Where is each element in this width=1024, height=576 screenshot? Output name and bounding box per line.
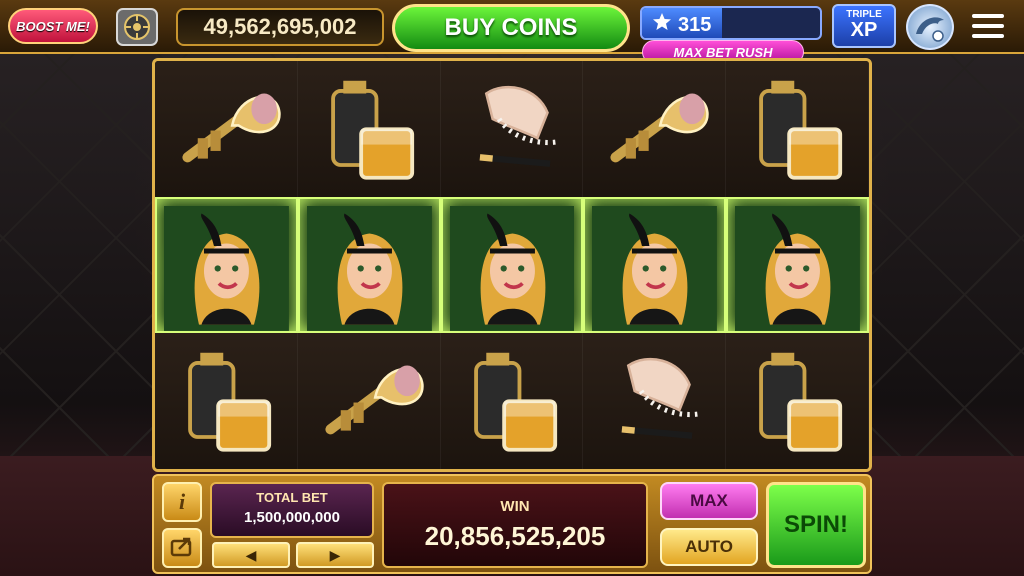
gloves-pearls-icon <box>448 68 576 190</box>
buy-coins-button[interactable]: BUY COINS <box>392 4 630 52</box>
win-value: 20,856,525,205 <box>424 521 606 551</box>
reel-cell <box>726 333 869 469</box>
reel-grid <box>155 61 869 469</box>
bet-increase-button[interactable]: ▶ <box>296 542 374 568</box>
win-display: WIN 20,856,525,205 <box>382 482 648 568</box>
flapper-girl-icon <box>735 205 861 331</box>
reel-cell <box>297 333 441 469</box>
flapper-girl-icon <box>592 205 718 331</box>
reel-cell <box>583 197 727 333</box>
reel-cell <box>440 61 584 197</box>
reel-cell <box>155 333 298 469</box>
level-progress[interactable]: 315 <box>640 6 822 40</box>
menu-icon[interactable] <box>970 10 1006 42</box>
reel-cell <box>440 197 584 333</box>
triple-xp-badge[interactable]: TRIPLE XP <box>832 4 896 48</box>
reel-cell <box>297 61 441 197</box>
flapper-girl-icon <box>306 205 432 331</box>
win-label: WIN <box>500 498 530 515</box>
whiskey-flask-icon <box>162 340 290 462</box>
vault-icon[interactable] <box>108 4 166 50</box>
coin-balance: 49,562,695,002 <box>176 8 384 46</box>
reel-cell <box>583 61 727 197</box>
level-number: 315 <box>678 13 712 36</box>
share-icon <box>170 535 194 562</box>
trumpet-icon <box>305 340 433 462</box>
flapper-girl-icon <box>449 205 575 331</box>
total-bet-value: 1,500,000,000 <box>244 509 340 526</box>
share-button[interactable] <box>162 528 202 568</box>
info-button[interactable]: i <box>162 482 202 522</box>
reel-cell <box>155 197 298 333</box>
whiskey-flask-icon <box>448 340 576 462</box>
triple-xp-bottom: XP <box>850 19 878 41</box>
star-icon <box>652 12 672 38</box>
total-bet-label: TOTAL BET <box>256 490 328 505</box>
reel-cell <box>726 197 869 333</box>
spin-button[interactable]: SPIN! <box>766 482 866 568</box>
reel-cell <box>440 333 584 469</box>
whiskey-flask-icon <box>733 340 861 462</box>
trumpet-icon <box>162 68 290 190</box>
trumpet-icon <box>590 68 718 190</box>
control-panel: i TOTAL BET 1,500,000,000 ◀ ▶ WIN 20,856… <box>152 474 872 574</box>
reel-cell <box>583 333 727 469</box>
reel-cell <box>297 197 441 333</box>
boost-me-button[interactable]: BOOST ME! <box>8 8 98 44</box>
reel-cell <box>155 61 298 197</box>
max-bet-button[interactable]: MAX <box>660 482 758 520</box>
top-bar: BOOST ME! 49,562,695,002 BUY COINS 315 M… <box>0 0 1024 64</box>
bet-decrease-button[interactable]: ◀ <box>212 542 290 568</box>
reel-cell <box>726 61 869 197</box>
whiskey-flask-icon <box>733 68 861 190</box>
flapper-girl-icon <box>163 205 289 331</box>
whiskey-flask-icon <box>305 68 433 190</box>
total-bet-display: TOTAL BET 1,500,000,000 <box>210 482 374 538</box>
gloves-pearls-icon <box>590 340 718 462</box>
slot-reels <box>152 58 872 472</box>
dolphin-icon[interactable] <box>906 4 954 50</box>
auto-spin-button[interactable]: AUTO <box>660 528 758 566</box>
